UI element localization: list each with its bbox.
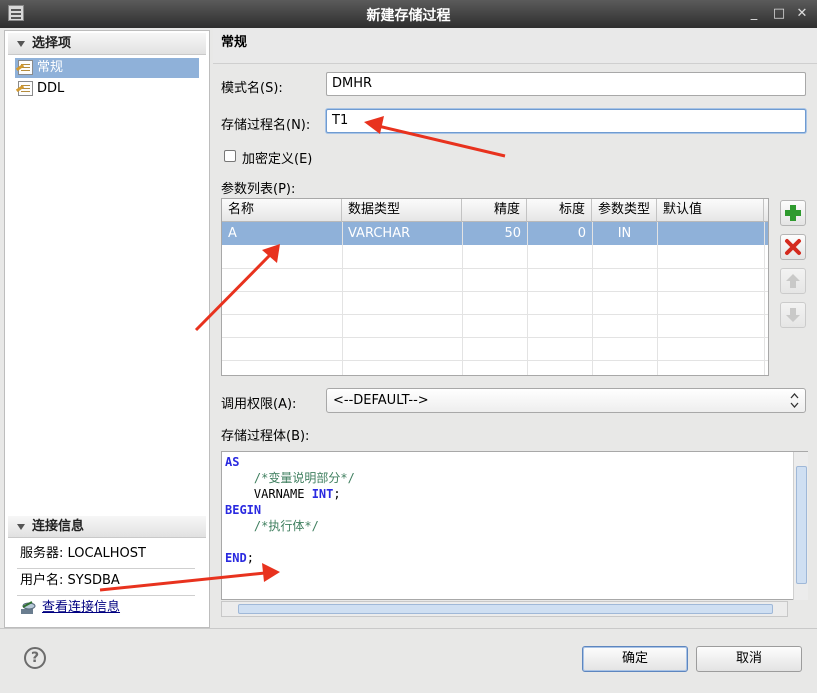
divider [17,568,195,569]
column-header-precision[interactable]: 精度 [462,199,527,222]
auth-label: 调用权限(A): [221,397,297,412]
procedure-name-input[interactable]: T1 [326,109,806,133]
move-up-button[interactable] [780,268,806,294]
column-line [342,222,343,375]
plus-icon [785,205,801,221]
page-header: 常规 [213,28,817,64]
auth-select-value: <--DEFAULT--> [333,393,429,408]
cell-type[interactable]: VARCHAR [342,222,462,245]
column-header-type[interactable]: 数据类型 [342,199,462,222]
nav-item-ddl[interactable]: DDL [15,79,199,99]
user-info: 用户名: SYSDBA [20,573,120,588]
schema-label: 模式名(S): [221,81,283,96]
code-identifier: VARNAME [253,487,312,501]
arrow-down-icon [786,308,800,322]
title-bar: 新建存储过程 _ □ ✕ [0,0,817,28]
connection-section-header[interactable]: 连接信息 [8,516,206,538]
cell-scale[interactable]: 0 [527,222,592,245]
left-panel: 选择项 常规 DDL 连接信息 服务器: LOCALHOST 用户名: SYSD… [4,30,210,628]
connection-icon [21,601,36,614]
delete-param-button[interactable] [780,234,806,260]
maximize-button[interactable]: □ [769,4,789,24]
procedure-body-editor[interactable]: AS /*变量说明部分*/ VARNAME INT; BEGIN /*执行体*/… [221,451,808,600]
column-header-filler [764,199,768,222]
divider [17,595,195,596]
auth-select[interactable]: <--DEFAULT--> [326,388,806,413]
column-line [764,222,765,375]
cell-name[interactable]: A [222,222,342,245]
nav-item-general[interactable]: 常规 [15,58,199,78]
procedure-name-label: 存储过程名(N): [221,118,311,133]
connection-section-title: 连接信息 [32,519,85,534]
select-section-header[interactable]: 选择项 [8,33,206,55]
minimize-button[interactable]: _ [744,4,764,24]
ok-button[interactable]: 确定 [582,646,688,672]
page-edit-icon [18,60,33,75]
params-table[interactable]: 名称 数据类型 精度 标度 参数类型 默认值 A VARCHAR 50 0 IN [221,198,769,376]
server-info: 服务器: LOCALHOST [20,546,146,561]
code-punct: ; [333,487,341,501]
close-button[interactable]: ✕ [792,4,812,24]
schema-input[interactable]: DMHR [326,72,806,96]
cell-default[interactable] [657,222,764,245]
horizontal-scrollbar[interactable] [221,601,788,617]
column-header-scale[interactable]: 标度 [527,199,592,222]
view-connection-info[interactable]: 查看连接信息 [20,597,195,619]
view-connection-link[interactable]: 查看连接信息 [42,600,120,615]
row-line [222,268,768,269]
column-line [592,222,593,375]
help-icon[interactable]: ? [24,647,46,669]
nav-item-general-label: 常规 [37,60,64,75]
code-text[interactable]: AS /*变量说明部分*/ VARNAME INT; BEGIN /*执行体*/… [225,454,355,566]
delete-x-icon [785,239,801,255]
nav-item-ddl-label: DDL [37,81,65,96]
body-label: 存储过程体(B): [221,429,310,444]
code-comment: /*变量说明部分*/ [253,471,355,485]
page-title: 常规 [221,35,248,50]
column-line [657,222,658,375]
code-keyword: INT [311,487,334,501]
row-line [222,314,768,315]
updown-chevron-icon [790,393,799,408]
cell-mode[interactable]: IN [592,222,657,245]
column-header-mode[interactable]: 参数类型 [592,199,657,222]
horizontal-scroll-thumb[interactable] [238,604,773,614]
vertical-scrollbar[interactable] [793,452,808,600]
encrypt-checkbox[interactable] [224,150,236,162]
row-line [222,360,768,361]
button-bar: ? 确定 取消 [0,628,817,693]
add-param-button[interactable] [780,200,806,226]
page-edit-icon [18,81,33,96]
code-comment: /*执行体*/ [253,519,319,533]
code-keyword: AS [225,455,240,469]
collapse-triangle-icon [17,524,25,530]
arrow-up-icon [786,274,800,288]
vertical-scroll-thumb[interactable] [796,466,807,584]
cell-precision[interactable]: 50 [462,222,527,245]
select-section-title: 选择项 [32,36,72,51]
collapse-triangle-icon [17,41,25,47]
cancel-button[interactable]: 取消 [696,646,802,672]
column-header-name[interactable]: 名称 [222,199,342,222]
column-line [527,222,528,375]
column-line [462,222,463,375]
row-line [222,291,768,292]
move-down-button[interactable] [780,302,806,328]
params-label: 参数列表(P): [221,182,296,197]
row-line [222,337,768,338]
column-header-default[interactable]: 默认值 [657,199,764,222]
code-keyword: END [225,551,247,565]
encrypt-label: 加密定义(E) [242,152,313,167]
code-keyword: BEGIN [225,503,262,517]
window-title: 新建存储过程 [366,8,451,24]
code-punct: ; [246,551,254,565]
